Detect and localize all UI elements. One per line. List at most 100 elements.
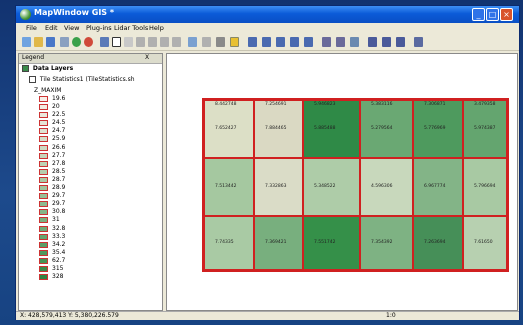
legend-swatch [39,249,48,256]
zoom-extent-icon[interactable] [172,37,181,47]
legend-swatch [39,128,48,135]
legend-field-name: Z_MAXIM [34,87,62,94]
settings-icon[interactable] [100,37,109,47]
group-checkbox[interactable] [22,65,29,72]
legend-swatch [39,201,48,208]
grid-tile[interactable]: 7.332863 [254,158,303,216]
tile-label-top: 8.442748 [215,102,237,107]
pan-icon[interactable] [160,37,169,47]
grid-tile[interactable]: 6.967774 [413,158,463,216]
legend-swatch [39,120,48,127]
highlighted-tool-icon[interactable] [230,37,239,47]
shape-tool-2-icon[interactable] [262,37,271,47]
scale-readout: 1:0 [386,312,396,319]
menu-file[interactable]: File [26,24,37,32]
legend-close-icon[interactable]: X [145,54,149,61]
grid-tile[interactable]: 7.354392 [360,216,413,270]
shape-tool-3-icon[interactable] [276,37,285,47]
grid-tile[interactable]: 7.254691 7.884465 [254,100,303,158]
tile-label-top: 5.946823 [314,102,336,107]
lidar-tool-3-icon[interactable] [350,37,359,47]
zoom-out-icon[interactable] [148,37,157,47]
grid-tile[interactable]: 7.306871 5.776969 [413,100,463,158]
legend-value: 315 [52,264,64,272]
menu-bar: File Edit View Plug-ins Lidar Tools Help [16,23,519,34]
scroll-icon[interactable] [216,37,225,47]
mapwindow-app-icon [20,9,31,20]
legend-swatch [39,176,48,183]
tile-label-value: 7.61650 [474,240,493,245]
grid-tile[interactable]: 5.348522 [303,158,360,216]
menu-view[interactable]: View [64,24,79,32]
tile-label-value: 7.513442 [215,184,237,189]
zoom-in-icon[interactable] [136,37,145,47]
legend-swatch [39,217,48,224]
map-view[interactable]: 8.442748 7.652427 7.254691 7.884465 5.946823… [166,53,518,311]
grid-tile[interactable]: 5.796694 [463,158,507,216]
grid-tile[interactable]: 7.369421 [254,216,303,270]
coordinates-readout: X: 428,579,413 Y: 5,380,226.579 [20,312,119,319]
menu-plugins[interactable]: Plug-ins [86,24,112,32]
help-icon[interactable] [124,37,133,47]
open-project-icon[interactable] [34,37,43,47]
legend-value: 24.7 [52,127,66,135]
status-bar: X: 428,579,413 Y: 5,380,226.579 1:0 [16,311,519,320]
tile-tool-3-icon[interactable] [396,37,405,47]
new-project-icon[interactable] [22,37,31,47]
legend-swatch [39,160,48,167]
legend-value: 30.8 [52,208,66,216]
legend-swatch [39,168,48,175]
add-layer-icon[interactable] [72,37,81,47]
tile-label-value: 7.354392 [371,240,393,245]
grid-tile[interactable]: 7.513442 [204,158,254,216]
grid-tile[interactable]: 5.946823 5.885488 [303,100,360,158]
legend-value: 25.9 [52,135,66,143]
edit-tool-icon[interactable] [414,37,423,47]
title-bar[interactable]: MapWindow GIS * _ □ × [16,6,519,23]
legend-value: 19.6 [52,95,66,102]
grid-tile[interactable]: 7.61650 [463,216,507,270]
lidar-tool-2-icon[interactable] [336,37,345,47]
tile-label-value: 7.369421 [265,240,287,245]
tile-tool-2-icon[interactable] [382,37,391,47]
tile-label-value: 6.967774 [424,184,446,189]
tile-label-value: 7.74335 [215,240,234,245]
select-arrow-icon[interactable] [112,37,121,47]
lidar-tool-1-icon[interactable] [322,37,331,47]
shape-tool-4-icon[interactable] [290,37,299,47]
grid-tile[interactable]: 7.263694 [413,216,463,270]
legend-value: 28.5 [52,167,66,175]
tile-grid[interactable]: 8.442748 7.652427 7.254691 7.884465 5.946823… [202,98,509,272]
legend-swatch [39,112,48,119]
grid-tile[interactable]: 4.596306 [360,158,413,216]
save-icon[interactable] [46,37,55,47]
grid-tile[interactable]: 7.551742 [303,216,360,270]
print-icon[interactable] [60,37,69,47]
measure-icon[interactable] [202,37,211,47]
identify-icon[interactable] [188,37,197,47]
menu-lidar-tools[interactable]: Lidar Tools [114,24,148,32]
maximize-button[interactable]: □ [486,8,499,21]
tile-tool-1-icon[interactable] [368,37,377,47]
layer-label: Tile Statistics1 (TileStatistics.sh [39,76,135,83]
remove-layer-icon[interactable] [84,37,93,47]
data-layers-group[interactable]: Data Layers [22,65,73,72]
legend-swatch [39,209,48,216]
legend-header: Legend X [19,54,162,64]
legend-swatch [39,96,48,102]
legend-swatch [39,104,48,111]
shape-tool-5-icon[interactable] [304,37,313,47]
close-button[interactable]: × [500,8,513,21]
legend-swatch [39,274,48,281]
grid-tile[interactable]: 7.74335 [204,216,254,270]
menu-edit[interactable]: Edit [45,24,58,32]
minimize-button[interactable]: _ [472,8,485,21]
layer-checkbox[interactable] [29,76,36,83]
grid-tile[interactable]: 8.442748 7.652427 [204,100,254,158]
layer-tile-statistics[interactable]: Tile Statistics1 (TileStatistics.sh [29,76,135,83]
shape-tool-1-icon[interactable] [248,37,257,47]
grid-tile[interactable]: 3.479358 5.974387 [463,100,507,158]
legend-swatch [39,233,48,240]
menu-help[interactable]: Help [149,24,164,32]
grid-tile[interactable]: 5.383116 5.279564 [360,100,413,158]
